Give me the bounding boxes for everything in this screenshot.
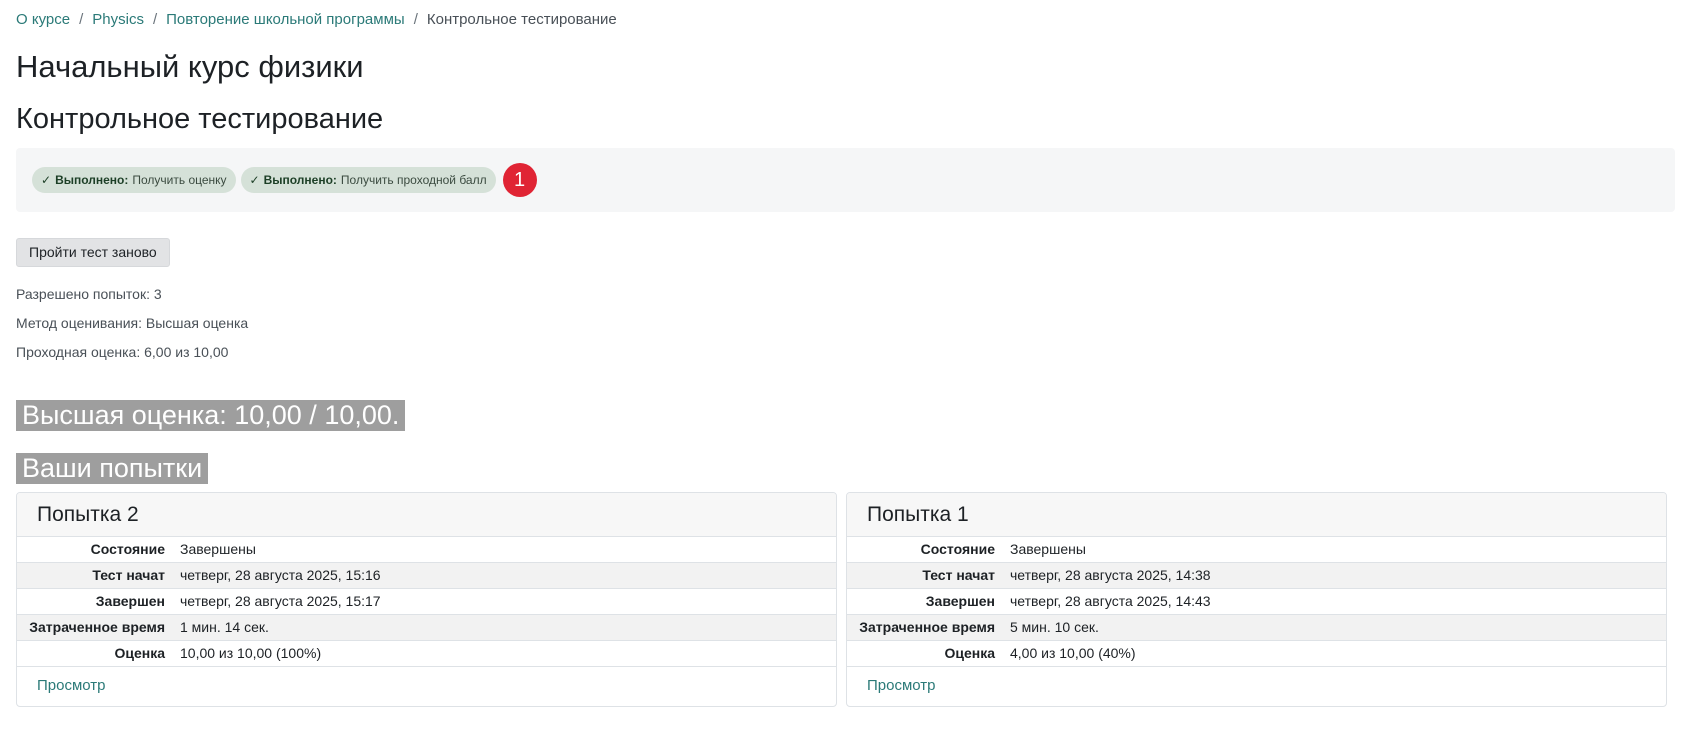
review-link[interactable]: Просмотр [847,667,1666,706]
table-row: Затраченное время 5 мин. 10 сек. [847,614,1666,641]
notification-badge: 1 [502,163,537,197]
page-title: Контрольное тестирование [16,103,384,135]
completion-badge-grade: ✓ Выполнено: Получить оценку [32,167,236,193]
attempt-card: Попытка 2 Состояние Завершены Тест начат… [16,492,837,707]
breadcrumb-separator: / [79,10,84,28]
row-label: Состояние [920,541,995,557]
check-icon: ✓ [41,173,52,187]
page: О курсе / Physics / Повторение школьной … [0,0,1683,707]
row-value: 4,00 из 10,00 (40%) [1010,645,1136,661]
attempts-list: Попытка 2 Состояние Завершены Тест начат… [16,492,1667,707]
row-value: 1 мин. 14 сек. [180,619,269,635]
table-row: Завершен четверг, 28 августа 2025, 15:17 [17,589,836,615]
completion-description: Получить оценку [132,173,227,187]
table-row: Оценка 4,00 из 10,00 (40%) [847,641,1666,667]
breadcrumb-separator: / [413,10,418,28]
row-label: Тест начат [92,567,165,583]
row-label: Оценка [114,645,165,661]
review-link[interactable]: Просмотр [17,667,836,706]
row-value: четверг, 28 августа 2025, 15:17 [180,593,381,609]
passing-grade: Проходная оценка: 6,00 из 10,00 [16,344,229,360]
row-label: Состояние [90,541,165,557]
attempt-summary-table: Состояние Завершены Тест начат четверг, … [847,537,1666,667]
row-value: четверг, 28 августа 2025, 14:38 [1010,567,1211,583]
row-label: Завершен [925,593,995,609]
retry-quiz-button[interactable]: Пройти тест заново [16,238,170,267]
breadcrumb-link-section[interactable]: Повторение школьной программы [166,11,405,28]
breadcrumb-current: Контрольное тестирование [426,10,617,28]
row-value: Завершены [180,541,256,557]
table-row: Завершен четверг, 28 августа 2025, 14:43 [847,589,1666,615]
completion-description: Получить проходной балл [340,173,487,187]
breadcrumb: О курсе / Physics / Повторение школьной … [16,0,1667,38]
attempt-summary-table: Состояние Завершены Тест начат четверг, … [17,537,836,667]
table-row: Затраченное время 1 мин. 14 сек. [17,614,836,641]
row-label: Завершен [95,593,165,609]
table-row: Оценка 10,00 из 10,00 (100%) [17,641,836,667]
completion-badge-pass: ✓ Выполнено: Получить проходной балл [240,167,496,193]
row-value: четверг, 28 августа 2025, 14:43 [1010,593,1211,609]
table-row: Состояние Завершены [17,537,836,563]
best-grade-heading: Высшая оценка: 10,00 / 10,00. [16,400,406,431]
row-label: Тест начат [922,567,995,583]
completion-status: Выполнено: [263,173,337,187]
row-label: Затраченное время [29,619,165,635]
table-row: Тест начат четверг, 28 августа 2025, 14:… [847,562,1666,589]
row-value: 5 мин. 10 сек. [1010,619,1099,635]
breadcrumb-separator: / [152,10,158,28]
row-value: Завершены [1010,541,1086,557]
breadcrumb-link-about[interactable]: О курсе [16,11,70,28]
attempts-heading: Ваши попытки [16,453,209,484]
table-row: Тест начат четверг, 28 августа 2025, 15:… [17,562,836,589]
completion-status: Выполнено: [55,173,129,187]
row-label: Оценка [944,645,995,661]
attempt-card: Попытка 1 Состояние Завершены Тест начат… [846,492,1667,707]
breadcrumb-link-physics[interactable]: Physics [92,11,144,28]
attempt-title: Попытка 2 [17,493,836,537]
completion-info: ✓ Выполнено: Получить оценку ✓ Выполнено… [16,148,1675,212]
check-icon: ✓ [249,173,260,187]
course-title: Начальный курс физики [16,49,364,84]
grading-method: Метод оценивания: Высшая оценка [16,315,249,331]
attempt-title: Попытка 1 [847,493,1666,537]
row-value: 10,00 из 10,00 (100%) [180,645,322,661]
row-label: Затраченное время [859,619,995,635]
attempts-allowed: Разрешено попыток: 3 [16,286,162,302]
row-value: четверг, 28 августа 2025, 15:16 [180,567,381,583]
table-row: Состояние Завершены [847,537,1666,563]
